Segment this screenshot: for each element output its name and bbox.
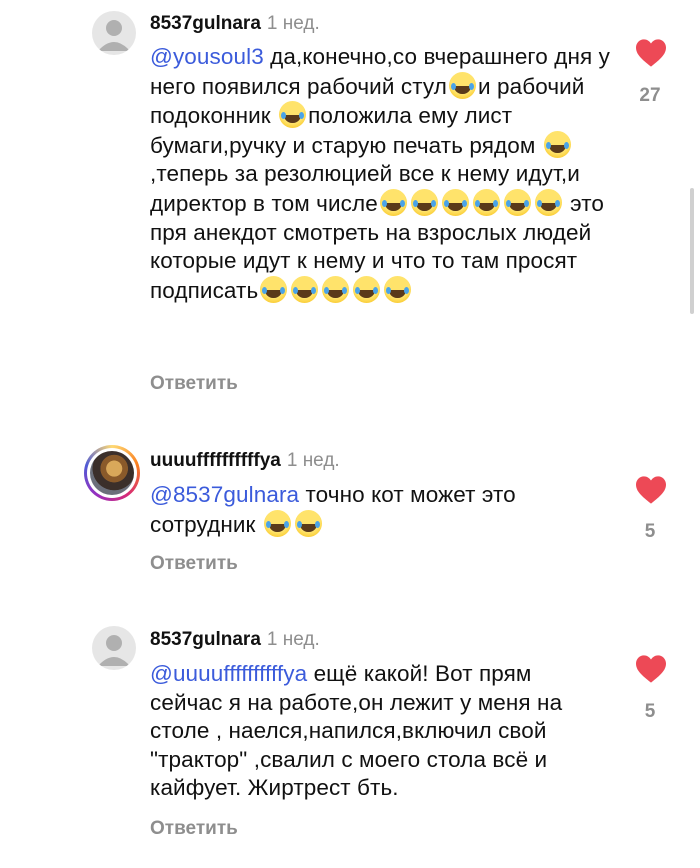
face-with-tears-of-joy-icon — [353, 275, 381, 303]
face-with-tears-of-joy-icon — [384, 275, 412, 303]
like-button[interactable] — [634, 38, 668, 68]
default-avatar-icon — [98, 20, 130, 51]
scrollbar[interactable] — [690, 188, 694, 314]
heart-filled-icon — [636, 655, 666, 683]
username[interactable]: 8537gulnara — [150, 13, 261, 34]
like-button[interactable] — [634, 654, 668, 684]
face-with-tears-of-joy-icon — [279, 101, 307, 129]
reply-button[interactable]: Ответить — [150, 373, 238, 395]
avatar[interactable] — [84, 445, 140, 501]
comment-meta: 8537gulnara 1 нед. — [150, 628, 320, 652]
face-with-tears-of-joy-icon — [379, 188, 407, 216]
face-with-tears-of-joy-icon — [294, 509, 322, 537]
heart-filled-icon — [636, 39, 666, 67]
face-with-tears-of-joy-icon — [543, 130, 571, 158]
face-with-tears-of-joy-icon — [263, 509, 291, 537]
comment-meta: uuuuffffffffffya 1 нед. — [150, 449, 340, 473]
face-with-tears-of-joy-icon — [441, 188, 469, 216]
face-with-tears-of-joy-icon — [260, 275, 288, 303]
timestamp: 1 нед. — [266, 13, 320, 34]
like-count[interactable]: 5 — [630, 521, 670, 543]
avatar[interactable] — [92, 626, 136, 670]
timestamp: 1 нед. — [266, 629, 320, 650]
comment-text: @uuuuffffffffffya ещё какой! Вот прям се… — [150, 660, 610, 803]
comment-meta: 8537gulnara 1 нед. — [150, 12, 320, 36]
face-with-tears-of-joy-icon — [291, 275, 319, 303]
timestamp: 1 нед. — [286, 450, 340, 471]
mention-link[interactable]: @8537gulnara — [150, 482, 299, 507]
comment-text: @yousoul3 да,конечно,со вчерашнего дня у… — [150, 43, 610, 305]
reply-button[interactable]: Ответить — [150, 553, 238, 575]
username[interactable]: uuuuffffffffffya — [150, 450, 281, 471]
heart-filled-icon — [636, 476, 666, 504]
face-with-tears-of-joy-icon — [472, 188, 500, 216]
like-count[interactable]: 5 — [630, 701, 670, 723]
mention-link[interactable]: @yousoul3 — [150, 44, 264, 69]
username[interactable]: 8537gulnara — [150, 629, 261, 650]
default-avatar-icon — [98, 635, 130, 666]
comment-text: @8537gulnara точно кот может это сотрудн… — [150, 481, 610, 539]
face-with-tears-of-joy-icon — [503, 188, 531, 216]
mention-link[interactable]: @uuuuffffffffffya — [150, 661, 307, 686]
face-with-tears-of-joy-icon — [534, 188, 562, 216]
face-with-tears-of-joy-icon — [448, 71, 476, 99]
like-count[interactable]: 27 — [630, 85, 670, 107]
avatar-photo — [90, 451, 134, 495]
reply-button[interactable]: Ответить — [150, 818, 238, 840]
avatar[interactable] — [92, 11, 136, 55]
like-button[interactable] — [634, 475, 668, 505]
face-with-tears-of-joy-icon — [410, 188, 438, 216]
face-with-tears-of-joy-icon — [322, 275, 350, 303]
